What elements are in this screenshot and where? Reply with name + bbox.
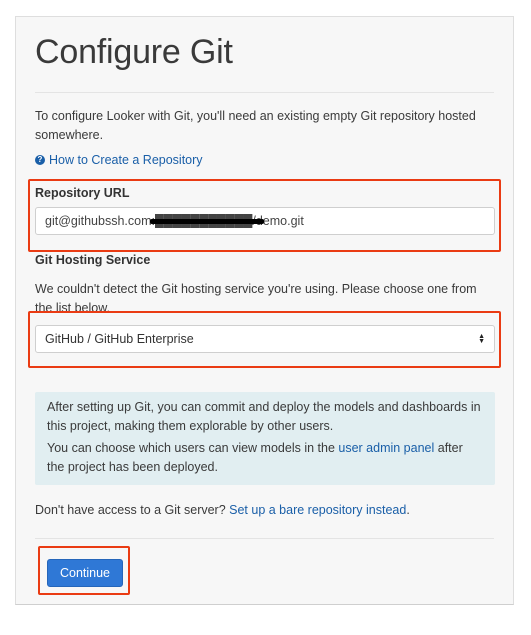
info-text-2-before: You can choose which users can view mode… xyxy=(47,441,339,455)
info-text-1: After setting up Git, you can commit and… xyxy=(47,400,481,433)
footer-divider xyxy=(35,538,494,539)
page-title: Configure Git xyxy=(35,33,233,71)
info-text-2: You can choose which users can view mode… xyxy=(47,439,483,477)
question-circle-icon: ? xyxy=(35,155,45,165)
bare-repository-suffix: . xyxy=(406,503,410,517)
repository-url-highlight xyxy=(28,179,501,252)
how-to-create-repository-link[interactable]: ? How to Create a Repository xyxy=(35,153,203,167)
bare-repository-link[interactable]: Set up a bare repository instead xyxy=(229,503,406,517)
bare-repository-prefix: Don't have access to a Git server? xyxy=(35,503,230,517)
how-to-create-repository-label: How to Create a Repository xyxy=(49,153,203,167)
bare-repository-text: Don't have access to a Git server? Set u… xyxy=(35,503,410,517)
continue-button-highlight xyxy=(38,546,130,595)
info-box: After setting up Git, you can commit and… xyxy=(35,392,495,485)
title-divider xyxy=(35,92,494,93)
hosting-service-highlight xyxy=(28,311,501,368)
user-admin-panel-link[interactable]: user admin panel xyxy=(338,441,434,455)
intro-text: To configure Looker with Git, you'll nee… xyxy=(35,109,476,142)
git-hosting-service-label: Git Hosting Service xyxy=(35,253,151,267)
